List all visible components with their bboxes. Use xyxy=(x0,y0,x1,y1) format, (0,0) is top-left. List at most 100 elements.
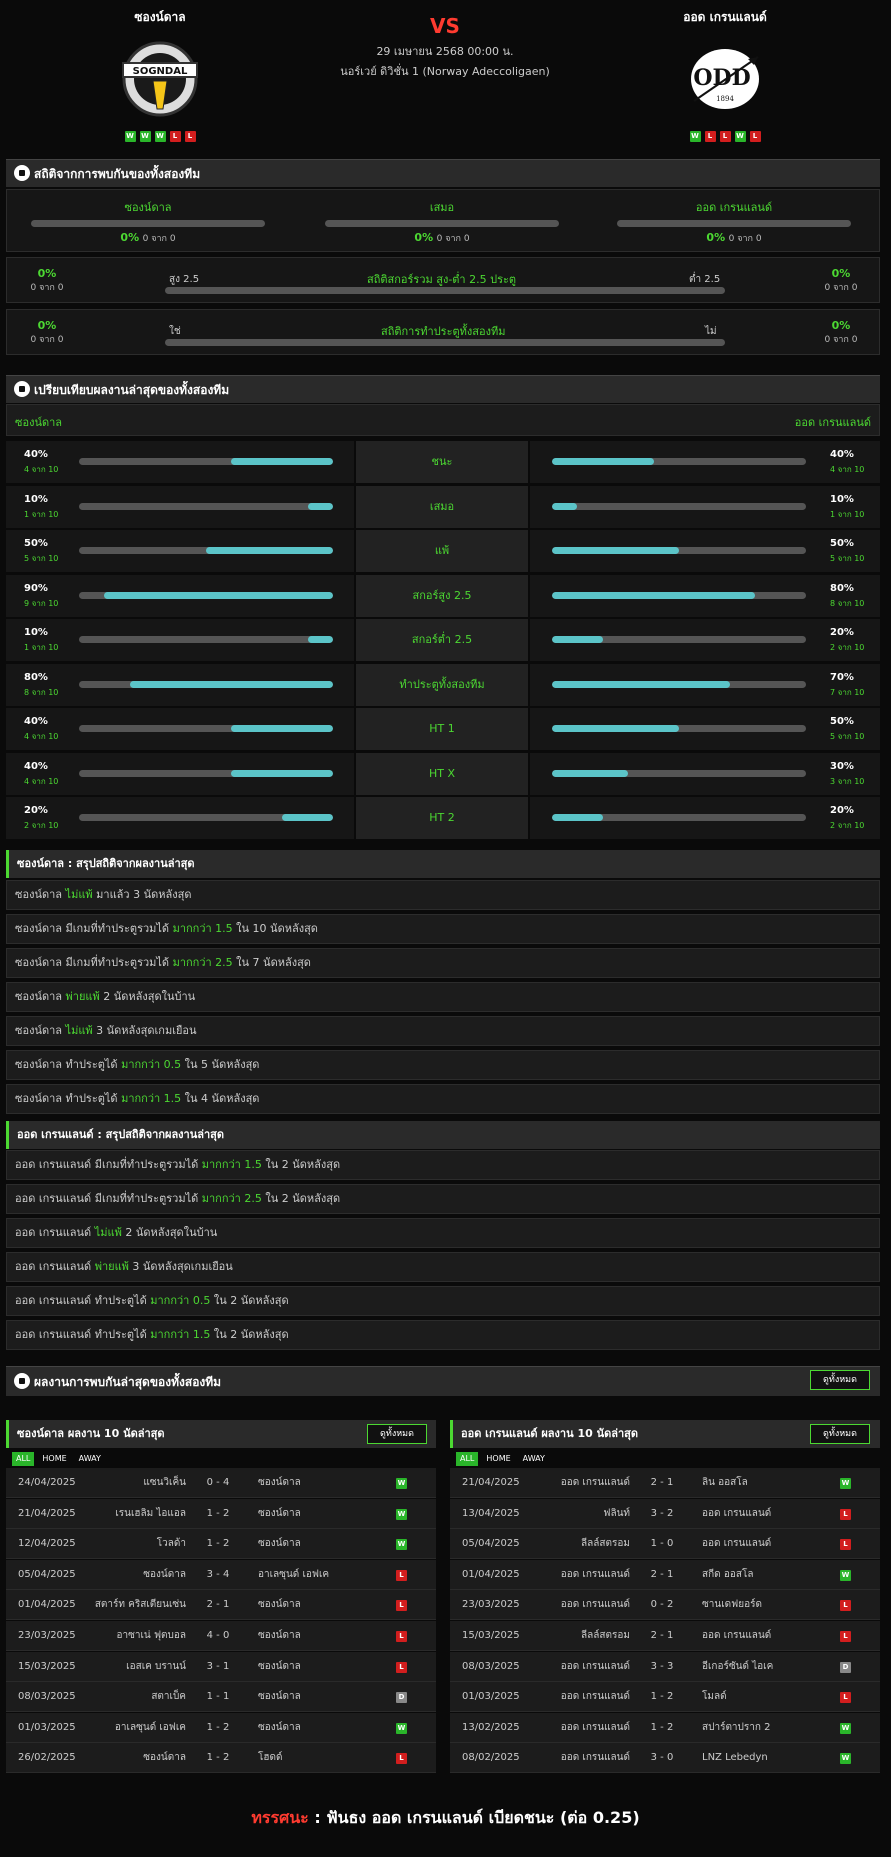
match-home: ลีลล์สตรอม xyxy=(581,1630,630,1641)
tab-home[interactable]: HOME xyxy=(38,1452,70,1466)
home-pct: 10% xyxy=(24,493,48,505)
home-bar-fill xyxy=(231,458,333,465)
summary-row: ซองน์ดาล ทำประตูได้ มากกว่า 1.5 ใน 4 นัด… xyxy=(6,1084,880,1114)
home-count: 9 จาก 10 xyxy=(24,598,59,608)
compare-label: ชนะ xyxy=(356,441,528,483)
result-badge: W xyxy=(840,1569,851,1581)
away-count: 8 จาก 10 xyxy=(830,598,865,608)
match-row[interactable]: 08/03/2025 สตาเบ็ค 1 - 1 ซองน์ดาล D xyxy=(6,1682,436,1713)
match-score: 0 - 4 xyxy=(206,1477,230,1488)
h2h-draw-of: 0 จาก 0 xyxy=(436,234,470,244)
match-row[interactable]: 01/04/2025 สตาร์ท คริสเตียนเซ่น 2 - 1 ซองน์… xyxy=(6,1590,436,1621)
tab-all[interactable]: ALL xyxy=(12,1452,35,1466)
match-home: ออด เกรนแลนด์ xyxy=(560,1477,630,1488)
tab-all[interactable]: ALL xyxy=(456,1452,479,1466)
match-row[interactable]: 24/04/2025 แซนวิเค็น 0 - 4 ซองน์ดาล W xyxy=(6,1468,436,1498)
away-pct: 20% xyxy=(830,627,854,638)
match-row[interactable]: 15/03/2025 ลีลล์สตรอม 2 - 1 ออด เกรนแลนด์ L xyxy=(450,1621,880,1651)
match-row[interactable]: 13/04/2025 ฟลินท์ 3 - 2 ออด เกรนแลนด์ L xyxy=(450,1498,880,1529)
h2h-box: ซองน์ดาล 0% 0 จาก 0 เสมอ 0% 0 จาก 0 ออด … xyxy=(6,189,880,252)
away-bar xyxy=(552,547,806,554)
match-row[interactable]: 08/03/2025 ออด เกรนแลนด์ 3 - 3 อีเกอร์ซันด์… xyxy=(450,1651,880,1682)
match-away: ซานเดฟยอร์ด xyxy=(702,1599,762,1611)
home-bar-fill xyxy=(129,680,333,688)
home-count: 4 จาก 10 xyxy=(24,732,59,741)
h2h-home-bar xyxy=(31,220,265,227)
form-badge: W xyxy=(734,131,746,142)
away-pct: 30% xyxy=(830,760,854,772)
match-row[interactable]: 01/04/2025 ออด เกรนแลนด์ 2 - 1 สกีด ออสโล W xyxy=(450,1559,880,1590)
match-row[interactable]: 01/03/2025 ออด เกรนแลนด์ 1 - 2 โมลด์ L xyxy=(450,1682,880,1713)
compare-label: สกอร์สูง 2.5 xyxy=(356,574,528,617)
home-summary-title: ซองน์ดาล : สรุปสถิติจากผลงานล่าสุด xyxy=(6,850,880,878)
home-tabs: ALL HOME AWAY xyxy=(12,1452,105,1466)
away-team: ออด เกรนแลนด์ ODD 1894 WLLWL xyxy=(615,8,835,142)
away-bar-fill xyxy=(552,814,603,821)
match-row[interactable]: 05/04/2025 ซองน์ดาล 3 - 4 อาเลซุนด์ เอฟเค L xyxy=(6,1559,436,1590)
match-score: 1 - 2 xyxy=(206,1752,230,1764)
compare-label: HT 2 xyxy=(356,797,528,839)
ou-away-of: 0 จาก 0 xyxy=(824,283,858,293)
summary-highlight: มากกว่า 1.5 xyxy=(150,1328,211,1341)
h2h-away-bar xyxy=(617,220,851,227)
away-view-all-button[interactable]: ดูทั้งหมด xyxy=(810,1424,870,1444)
match-score: 1 - 2 xyxy=(650,1691,674,1703)
away-bar xyxy=(552,725,806,732)
form-badge: L xyxy=(169,131,181,142)
verdict: ทรรศนะ : ฟันธง ออด เกรนแลนด์ เบียดชนะ (ต… xyxy=(0,1806,891,1831)
home-count: 8 จาก 10 xyxy=(24,687,59,697)
home-count: 5 จาก 10 xyxy=(24,554,59,563)
match-row[interactable]: 12/04/2025 โวลด้า 1 - 2 ซองน์ดาล W xyxy=(6,1529,436,1560)
match-row[interactable]: 01/03/2025 อาเลซุนด์ เอฟเค 1 - 2 ซองน์ดาล W xyxy=(6,1712,436,1743)
match-away: LNZ Lebedyn xyxy=(702,1752,768,1764)
away-bar xyxy=(552,502,806,510)
match-row[interactable]: 21/04/2025 เรนเฮลิม ไอแอล 1 - 2 ซองน์ดาล W xyxy=(6,1498,436,1529)
match-away: ออด เกรนแลนด์ xyxy=(702,1630,772,1641)
result-badge: W xyxy=(396,1539,407,1551)
away-count: 2 จาก 10 xyxy=(830,643,865,652)
home-bar xyxy=(79,547,333,554)
tab-away[interactable]: AWAY xyxy=(519,1452,549,1466)
match-info: VS 29 เมษายน 2568 00:00 น. นอร์เวย์ ดิวิ… xyxy=(300,14,590,80)
away-count: 3 จาก 10 xyxy=(830,776,865,786)
away-bar xyxy=(552,769,806,777)
match-row[interactable]: 23/03/2025 ออด เกรนแลนด์ 0 - 2 ซานเดฟยอร์ด L xyxy=(450,1590,880,1621)
home-view-all-button[interactable]: ดูทั้งหมด xyxy=(367,1424,427,1444)
match-row[interactable]: 26/02/2025 ซองน์ดาล 1 - 2 โฮดด์ L xyxy=(6,1743,436,1774)
home-bar-fill xyxy=(307,636,333,643)
summary-highlight: ไม่แพ้ xyxy=(65,888,93,901)
compare-row: 50% 5 จาก 10 แพ้ 50% 5 จาก 10 xyxy=(6,530,880,574)
home-bar-fill xyxy=(104,591,333,599)
tab-away[interactable]: AWAY xyxy=(75,1452,105,1466)
home-pct: 90% xyxy=(24,582,48,594)
btts-right-label: ไม่ xyxy=(705,326,717,337)
match-score: 1 - 1 xyxy=(206,1691,230,1703)
match-row[interactable]: 13/02/2025 ออด เกรนแลนด์ 1 - 2 สปาร์ตาปราก … xyxy=(450,1712,880,1743)
compare-row: 90% 9 จาก 10 สกอร์สูง 2.5 80% 8 จาก 10 xyxy=(6,574,880,619)
match-row[interactable]: 05/04/2025 ลีลล์สตรอม 1 - 0 ออด เกรนแลนด์ L xyxy=(450,1529,880,1560)
home-bar-fill xyxy=(307,502,333,510)
away-bar xyxy=(552,680,806,688)
home-bar xyxy=(79,591,333,599)
match-row[interactable]: 21/04/2025 ออด เกรนแลนด์ 2 - 1 ลิน ออสโล W xyxy=(450,1468,880,1498)
away-pct: 50% xyxy=(830,538,854,549)
match-away: ออด เกรนแลนด์ xyxy=(702,1538,772,1550)
away-bar xyxy=(552,591,806,599)
home-bar-fill xyxy=(231,769,333,777)
match-away: ซองน์ดาล xyxy=(258,1691,301,1703)
compare-label: เสมอ xyxy=(356,485,528,528)
match-home: สตาเบ็ค xyxy=(151,1691,186,1703)
match-home: ออด เกรนแลนด์ xyxy=(560,1752,630,1764)
match-row[interactable]: 15/03/2025 เอสเค บรานน์ 3 - 1 ซองน์ดาล L xyxy=(6,1651,436,1682)
match-score: 1 - 2 xyxy=(650,1721,674,1733)
match-row[interactable]: 08/02/2025 ออด เกรนแลนด์ 3 - 0 LNZ Lebedyn W xyxy=(450,1743,880,1774)
away-count: 2 จาก 10 xyxy=(830,821,865,830)
away-count: 7 จาก 10 xyxy=(830,687,865,697)
match-date: 21/04/2025 xyxy=(462,1477,520,1488)
summary-highlight: ไม่แพ้ xyxy=(65,1024,93,1037)
away-bar-fill xyxy=(552,547,679,554)
tab-home[interactable]: HOME xyxy=(482,1452,514,1466)
match-row[interactable]: 23/03/2025 อาซาเน่ ฟุตบอล 4 - 0 ซองน์ดาล L xyxy=(6,1621,436,1651)
view-all-button[interactable]: ดูทั้งหมด xyxy=(810,1370,870,1390)
match-date: 23/03/2025 xyxy=(462,1599,520,1611)
